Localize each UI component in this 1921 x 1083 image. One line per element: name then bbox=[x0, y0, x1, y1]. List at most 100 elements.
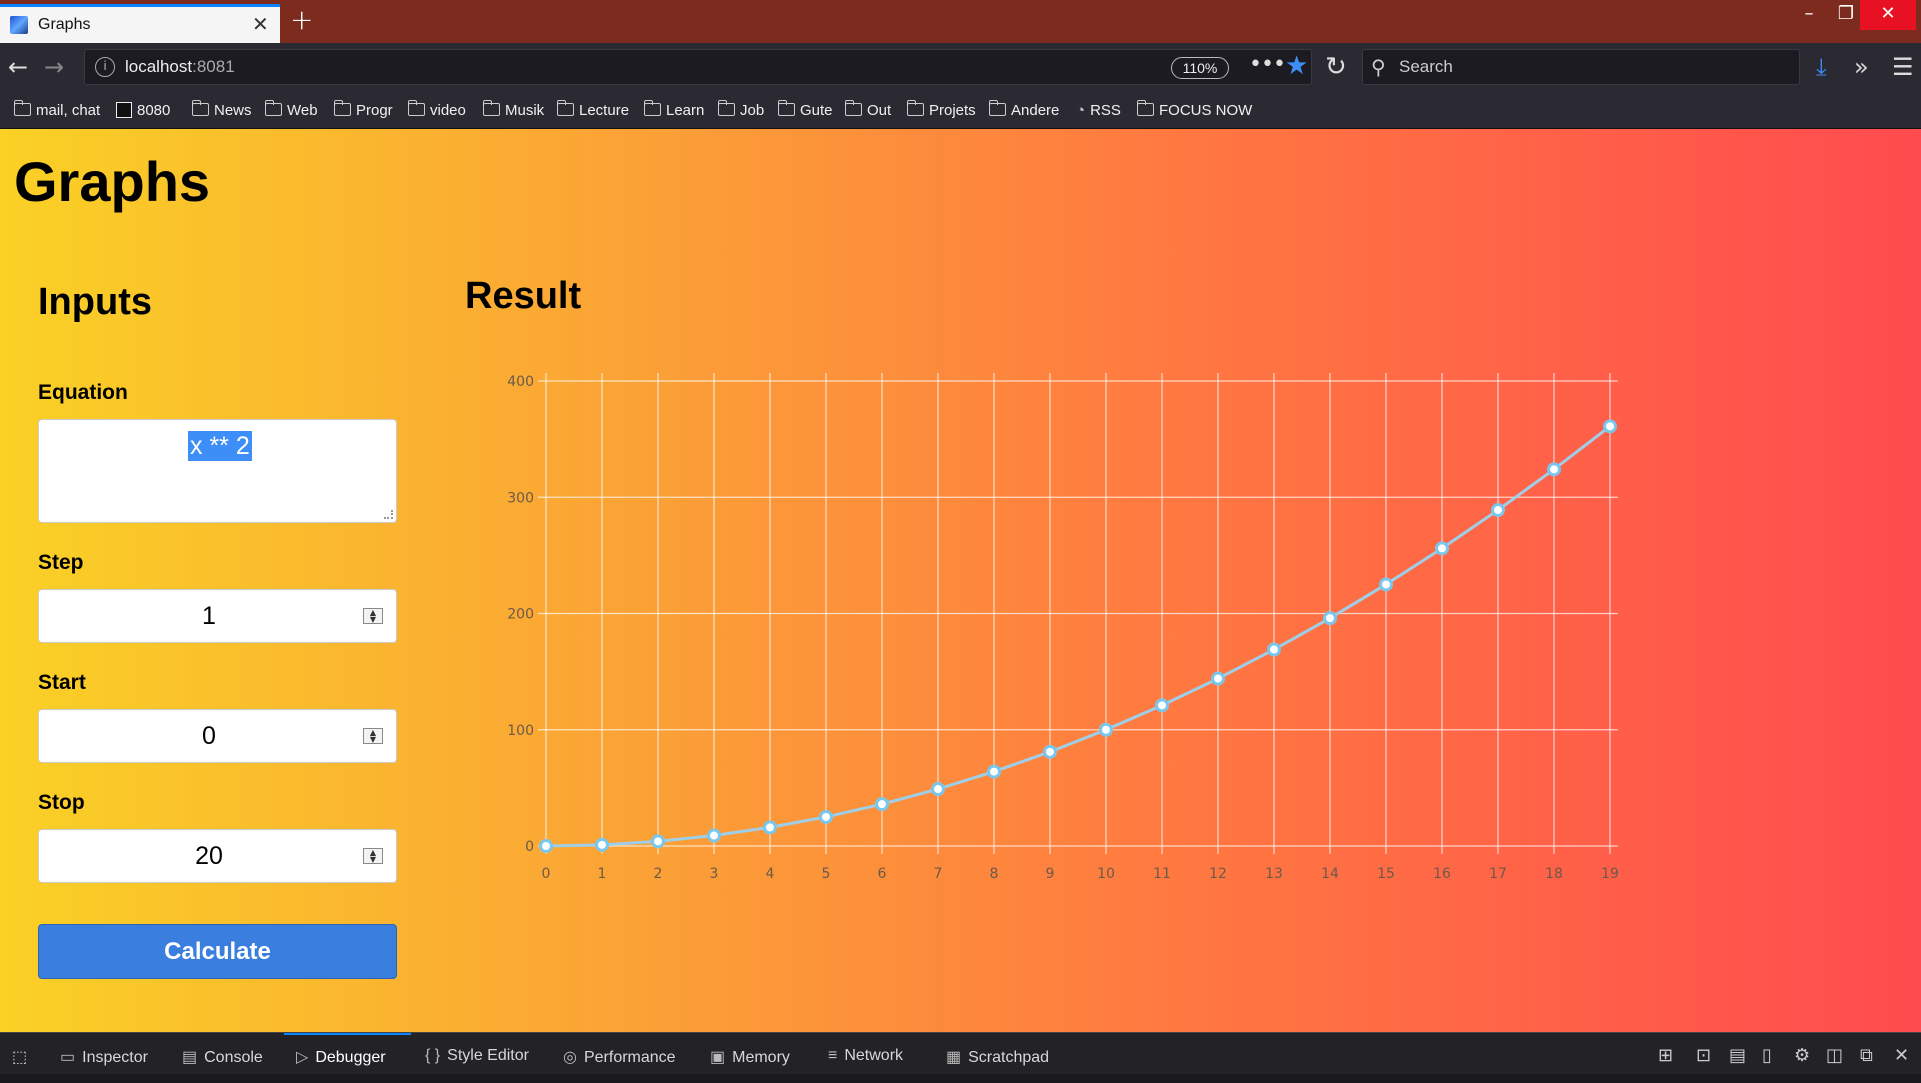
data-point bbox=[875, 797, 889, 812]
y-tick-label: 400 bbox=[507, 374, 534, 390]
x-tick-label: 8 bbox=[990, 866, 999, 882]
data-point bbox=[1267, 642, 1281, 657]
y-tick-label: 100 bbox=[507, 723, 534, 739]
close-window-icon[interactable]: ✕ bbox=[1860, 0, 1916, 30]
frame-select-icon[interactable]: ⊞ bbox=[1658, 1045, 1673, 1066]
search-input[interactable] bbox=[1399, 56, 1789, 78]
data-point bbox=[987, 764, 1001, 779]
data-point bbox=[539, 839, 553, 853]
tab-scratchpad[interactable]: ▦ Scratchpad bbox=[946, 1047, 1049, 1067]
tab-console[interactable]: ▤ Console bbox=[182, 1047, 263, 1067]
bookmark-folder-andere[interactable]: Andere bbox=[988, 100, 1059, 119]
responsive-mode-icon[interactable]: ▯ bbox=[1762, 1045, 1772, 1066]
x-tick-label: 18 bbox=[1545, 866, 1563, 882]
inspector-icon: ▭ bbox=[60, 1049, 76, 1066]
bookmark-8080[interactable]: 8080 bbox=[116, 102, 170, 119]
zoom-indicator[interactable]: 110% bbox=[1171, 57, 1229, 79]
performance-icon: ◎ bbox=[563, 1049, 577, 1066]
bookmark-folder-lecture[interactable]: Lecture bbox=[556, 100, 629, 119]
bookmark-folder-gute[interactable]: Gute bbox=[777, 100, 833, 119]
data-point bbox=[1491, 503, 1505, 518]
back-icon[interactable]: ← bbox=[8, 53, 28, 81]
x-tick-label: 3 bbox=[710, 866, 719, 882]
tab-bar: Graphs ✕ + – ❐ ✕ bbox=[0, 0, 1921, 43]
x-tick-label: 1 bbox=[598, 866, 607, 882]
reload-icon[interactable]: ↻ bbox=[1325, 53, 1347, 81]
undock-icon[interactable]: ⧉ bbox=[1860, 1045, 1873, 1066]
url-text[interactable]: localhost:8081 bbox=[125, 57, 235, 77]
data-point bbox=[651, 834, 665, 849]
data-point bbox=[1379, 577, 1393, 592]
page-actions-icon[interactable]: ••• bbox=[1249, 52, 1286, 77]
search-box[interactable]: ⚲ bbox=[1362, 49, 1800, 85]
url-bar[interactable]: i localhost:8081 110% ••• ★ bbox=[84, 49, 1312, 85]
data-point bbox=[1099, 722, 1113, 737]
bookmark-folder-learn[interactable]: Learn bbox=[643, 100, 704, 119]
paint-flashing-icon[interactable]: ▤ bbox=[1729, 1045, 1746, 1066]
data-point bbox=[707, 828, 721, 843]
download-icon[interactable]: ⤓ bbox=[1816, 53, 1827, 81]
split-console-icon[interactable]: ⊡ bbox=[1696, 1045, 1711, 1066]
scratchpad-icon: ▦ bbox=[946, 1049, 962, 1066]
x-tick-label: 0 bbox=[542, 866, 551, 882]
active-tab-indicator bbox=[284, 1033, 411, 1035]
bookmark-folder-web[interactable]: Web bbox=[264, 100, 318, 119]
bookmark-folder-out[interactable]: Out bbox=[844, 100, 891, 119]
tab-performance[interactable]: ◎ Performance bbox=[563, 1047, 676, 1067]
element-picker-icon[interactable]: ⬚ bbox=[12, 1047, 27, 1067]
debugger-icon: ▷ bbox=[296, 1049, 309, 1066]
close-devtools-icon[interactable]: ✕ bbox=[1894, 1045, 1909, 1066]
bookmark-folder-progr[interactable]: Progr bbox=[333, 100, 393, 119]
x-tick-label: 13 bbox=[1265, 866, 1283, 882]
series-line bbox=[545, 425, 1611, 848]
tab-debugger[interactable]: ▷ Debugger bbox=[296, 1047, 386, 1067]
tab-style-editor[interactable]: { } Style Editor bbox=[425, 1047, 529, 1065]
menu-icon[interactable]: ☰ bbox=[1892, 53, 1914, 81]
favicon-icon bbox=[10, 16, 28, 34]
devtools-panel-edge bbox=[0, 1074, 1921, 1083]
x-tick-label: 2 bbox=[654, 866, 663, 882]
nav-bar: ← → i localhost:8081 110% ••• ★ ↻ ⚲ ⤓ » … bbox=[0, 43, 1921, 93]
settings-gear-icon[interactable]: ⚙ bbox=[1794, 1045, 1810, 1066]
tab-inspector[interactable]: ▭ Inspector bbox=[60, 1047, 148, 1067]
site-info-icon[interactable]: i bbox=[95, 57, 115, 77]
tab-network[interactable]: ≡ Network bbox=[828, 1047, 903, 1065]
devtools-toolbar: ⬚ ▭ Inspector ▤ Console ▷ Debugger { } Style… bbox=[0, 1032, 1921, 1083]
bookmarks-bar: mail, chat 8080 News Web Progr video Mus… bbox=[0, 93, 1921, 129]
forward-icon[interactable]: → bbox=[44, 53, 64, 81]
x-tick-label: 11 bbox=[1153, 866, 1171, 882]
tab-memory[interactable]: ▣ Memory bbox=[710, 1047, 790, 1067]
bookmark-rss[interactable]: ◔ RSS bbox=[1076, 102, 1121, 119]
tab-close-icon[interactable]: ✕ bbox=[252, 12, 269, 36]
bookmark-folder-musik[interactable]: Musik bbox=[482, 100, 544, 119]
x-tick-label: 19 bbox=[1601, 866, 1619, 882]
data-point bbox=[1043, 744, 1057, 759]
bookmark-folder-job[interactable]: Job bbox=[717, 100, 764, 119]
overflow-icon[interactable]: » bbox=[1854, 53, 1869, 81]
x-tick-label: 5 bbox=[822, 866, 831, 882]
search-icon: ⚲ bbox=[1371, 55, 1386, 79]
bookmark-mail-chat[interactable]: mail, chat bbox=[13, 100, 100, 119]
bookmark-folder-news[interactable]: News bbox=[191, 100, 252, 119]
x-tick-label: 16 bbox=[1433, 866, 1451, 882]
bookmark-folder-projets[interactable]: Projets bbox=[906, 100, 976, 119]
dock-side-icon[interactable]: ◫ bbox=[1826, 1045, 1843, 1066]
bookmark-folder-video[interactable]: video bbox=[407, 100, 466, 119]
bookmark-folder-focus-now[interactable]: FOCUS NOW bbox=[1136, 100, 1252, 119]
new-tab-icon[interactable]: + bbox=[290, 5, 313, 35]
result-chart: 0 1 2 3 4 5 6 7 8 9 10 11 12 13 14 15 16 17 18 190100200300… bbox=[507, 373, 1619, 882]
data-point bbox=[1323, 611, 1337, 626]
x-tick-label: 14 bbox=[1321, 866, 1339, 882]
data-point bbox=[595, 837, 609, 852]
page-content: Graphs Inputs Equation x ** 2 Step 1 ▲ ▼ … bbox=[0, 129, 1921, 1032]
memory-icon: ▣ bbox=[710, 1049, 726, 1066]
console-icon: ▤ bbox=[182, 1049, 198, 1066]
data-point bbox=[1155, 698, 1169, 713]
browser-tab[interactable]: Graphs ✕ bbox=[0, 4, 280, 43]
data-point bbox=[931, 782, 945, 797]
y-tick-label: 200 bbox=[507, 607, 534, 623]
bookmark-star-icon[interactable]: ★ bbox=[1285, 51, 1308, 81]
rss-icon: ◔ bbox=[1076, 102, 1086, 119]
network-icon: ≡ bbox=[828, 1047, 838, 1064]
x-tick-label: 10 bbox=[1097, 866, 1115, 882]
